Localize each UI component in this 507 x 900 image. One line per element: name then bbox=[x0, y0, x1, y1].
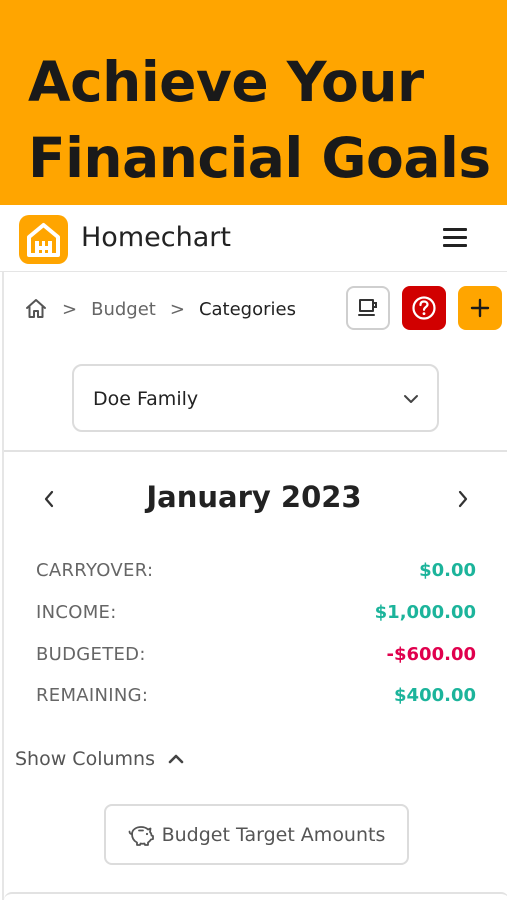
help-icon bbox=[412, 296, 436, 320]
budget-target-amounts-button[interactable]: Budget Target Amounts bbox=[104, 804, 409, 865]
section-divider bbox=[4, 450, 507, 452]
app-header: Homechart bbox=[0, 205, 507, 272]
main-content: > Budget > Categories Doe Family January bbox=[2, 272, 507, 900]
banner-headline-line-2: Financial Goals bbox=[28, 126, 491, 190]
summary-label: BUDGETED: bbox=[36, 644, 146, 665]
summary-label: REMAINING: bbox=[36, 685, 149, 706]
summary-row-income: INCOME: $1,000.00 bbox=[36, 602, 476, 628]
summary-row-budgeted: BUDGETED: -$600.00 bbox=[36, 644, 476, 670]
plus-icon bbox=[470, 298, 490, 318]
piggy-bank-icon bbox=[128, 825, 154, 846]
next-month-chevron-right-icon[interactable] bbox=[454, 488, 472, 510]
hamburger-menu-icon[interactable] bbox=[443, 228, 469, 250]
add-button[interactable] bbox=[458, 286, 502, 330]
app-title: Homechart bbox=[81, 222, 231, 253]
household-select-value: Doe Family bbox=[93, 388, 199, 410]
breadcrumb-separator: > bbox=[169, 298, 185, 320]
summary-value: $0.00 bbox=[419, 560, 476, 581]
promo-banner: Achieve Your Financial Goals bbox=[0, 0, 507, 205]
summary-label: INCOME: bbox=[36, 602, 117, 623]
summary-value: -$600.00 bbox=[386, 644, 476, 665]
summary-label: CARRYOVER: bbox=[36, 560, 154, 581]
show-columns-toggle[interactable]: Show Columns bbox=[15, 748, 185, 770]
banner-headline-line-1: Achieve Your bbox=[28, 50, 424, 114]
breadcrumb-categories: Categories bbox=[198, 298, 296, 320]
coffee-button[interactable] bbox=[346, 286, 390, 330]
homechart-logo-icon[interactable] bbox=[19, 215, 68, 264]
breadcrumb-budget[interactable]: Budget bbox=[91, 299, 156, 320]
breadcrumb-separator: > bbox=[62, 298, 78, 320]
summary-row-carryover: CARRYOVER: $0.00 bbox=[36, 560, 476, 586]
month-title: January 2023 bbox=[146, 480, 362, 514]
budget-target-amounts-label: Budget Target Amounts bbox=[161, 823, 386, 846]
help-button[interactable] bbox=[402, 286, 446, 330]
household-select[interactable]: Doe Family bbox=[72, 364, 439, 432]
breadcrumb: > Budget > Categories bbox=[24, 296, 296, 322]
summary-value: $1,000.00 bbox=[374, 602, 476, 623]
show-columns-label: Show Columns bbox=[15, 748, 155, 770]
next-section-edge bbox=[4, 892, 507, 900]
home-icon[interactable] bbox=[24, 297, 48, 321]
coffee-icon bbox=[358, 299, 377, 316]
chevron-down-icon bbox=[404, 395, 418, 403]
summary-value: $400.00 bbox=[394, 685, 476, 706]
summary-row-remaining: REMAINING: $400.00 bbox=[36, 685, 476, 711]
chevron-up-icon bbox=[168, 754, 184, 764]
